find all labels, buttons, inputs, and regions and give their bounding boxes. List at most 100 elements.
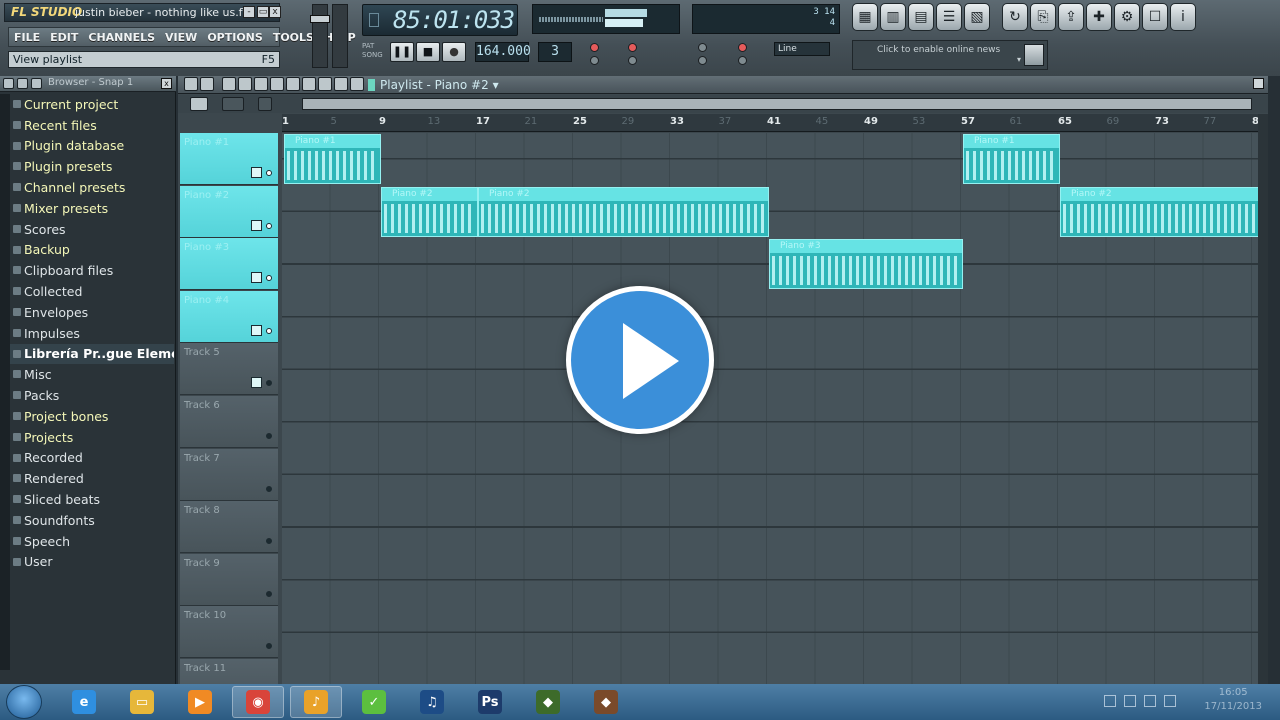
step-sequencer-icon[interactable]: ▥ <box>880 3 906 31</box>
track-header[interactable]: Piano #1 <box>180 133 278 185</box>
flag-icon[interactable] <box>1104 695 1116 707</box>
menu-view[interactable]: VIEW <box>160 31 202 44</box>
track-header[interactable]: Track 11 <box>180 659 278 684</box>
playlist-icon[interactable]: ▦ <box>852 3 878 31</box>
browser-item[interactable]: Collected <box>10 281 174 302</box>
taskbar-app[interactable]: ◆ <box>580 686 632 718</box>
volume-icon[interactable] <box>1144 695 1156 707</box>
tempo-display[interactable]: 164.000 <box>475 42 531 62</box>
browser-item[interactable]: Channel presets <box>10 177 174 198</box>
browser-item[interactable]: Misc <box>10 364 174 385</box>
browser-item[interactable]: Recorded <box>10 448 174 469</box>
menu-edit[interactable]: EDIT <box>45 31 83 44</box>
browser-item[interactable]: Packs <box>10 385 174 406</box>
track-header[interactable]: Track 9 <box>180 553 278 606</box>
delete-tool-icon[interactable] <box>254 77 268 91</box>
start-button[interactable] <box>6 685 42 719</box>
track-mute-icon[interactable] <box>266 327 272 334</box>
draw-tool-icon[interactable] <box>222 77 236 91</box>
playback-tool-icon[interactable] <box>334 77 348 91</box>
track-sequence-icon[interactable] <box>251 167 262 178</box>
arrow-left-icon[interactable] <box>350 77 364 91</box>
menu-channels[interactable]: CHANNELS <box>83 31 160 44</box>
loop-record-led-icon[interactable] <box>698 43 707 52</box>
browser-close-icon[interactable]: x <box>161 78 172 89</box>
browser-item[interactable]: Current project <box>10 94 174 115</box>
browser-item[interactable]: Speech <box>10 531 174 552</box>
playlist-menu-icon[interactable] <box>184 77 198 91</box>
browser-collapse-icon[interactable] <box>17 78 28 89</box>
taskbar-app[interactable]: ◆ <box>522 686 574 718</box>
song-position-display[interactable]: 85:01:033 <box>362 4 518 36</box>
track-sequence-icon[interactable] <box>251 272 262 284</box>
track-header[interactable]: Track 6 <box>180 396 278 448</box>
chevron-down-icon[interactable]: ▾ <box>493 78 499 92</box>
browser-item[interactable]: Impulses <box>10 323 174 344</box>
network-icon[interactable] <box>1124 695 1136 707</box>
time-mode-icon[interactable] <box>369 13 379 27</box>
menu-options[interactable]: OPTIONS <box>202 31 268 44</box>
browser-item[interactable]: Mixer presets <box>10 198 174 219</box>
browser-item[interactable]: Plugin database <box>10 136 174 157</box>
browser-item[interactable]: Librería Pr..gue Elements <box>10 343 174 365</box>
record-button[interactable]: ● <box>442 42 466 62</box>
video-play-button[interactable] <box>566 286 714 434</box>
export-icon[interactable]: ⇪ <box>1058 3 1084 31</box>
taskbar-app[interactable]: ◉ <box>232 686 284 718</box>
multilink-led-icon[interactable] <box>738 56 747 65</box>
browser-item[interactable]: Recent files <box>10 115 174 136</box>
taskbar-app[interactable]: ▶ <box>174 686 226 718</box>
power-icon[interactable] <box>1164 695 1176 707</box>
paint-tool-icon[interactable] <box>238 77 252 91</box>
track-mute-icon[interactable] <box>266 170 272 176</box>
wait-input-led-icon[interactable] <box>590 56 599 65</box>
track-header[interactable]: Track 10 <box>180 606 278 659</box>
vertical-scrollbar[interactable] <box>1258 114 1268 684</box>
taskbar-app[interactable]: ✓ <box>348 686 400 718</box>
mute-tool-icon[interactable] <box>270 77 284 91</box>
clip-header[interactable]: Piano #2 <box>1061 187 1260 201</box>
pattern-clip[interactable]: Piano #2 <box>478 186 769 237</box>
zoom-tool-icon[interactable] <box>318 77 332 91</box>
select-tool-icon[interactable] <box>302 77 316 91</box>
master-volume-slider[interactable] <box>310 4 330 68</box>
browser-item[interactable]: Backup <box>10 240 174 261</box>
snap-selector[interactable]: Line <box>774 42 830 56</box>
pattern-clip[interactable]: Piano #2 <box>1060 186 1260 237</box>
track-mute-icon[interactable] <box>266 380 272 387</box>
horizontal-scrollbar[interactable] <box>302 98 1252 110</box>
pattern-clip[interactable]: Piano #1 <box>963 134 1060 184</box>
metronome-led-icon[interactable] <box>590 43 599 52</box>
track-header[interactable]: Piano #2 <box>180 185 278 238</box>
browser-item[interactable]: Rendered <box>10 468 174 489</box>
browser-menu-icon[interactable] <box>3 78 14 89</box>
browser-scrollbar[interactable] <box>0 94 10 670</box>
browser-item[interactable]: Soundfonts <box>10 510 174 531</box>
master-pitch-slider[interactable] <box>332 4 348 68</box>
track-header[interactable]: Track 5 <box>180 343 278 396</box>
undo-icon[interactable]: ↻ <box>1002 3 1028 31</box>
browser-item[interactable]: Clipboard files <box>10 260 174 281</box>
playlist-grid[interactable]: Piano #1 Piano #1 Piano #2 Piano #2 Piano #2… <box>282 133 1260 684</box>
mixer-icon[interactable]: ▧ <box>964 3 990 31</box>
pattern-song-toggle[interactable]: PAT SONG <box>362 42 383 60</box>
pattern-clip[interactable]: Piano #1 <box>284 134 381 184</box>
save-icon[interactable]: ⎘ <box>1030 3 1056 31</box>
pattern-clip[interactable]: Piano #2 <box>381 186 478 237</box>
browser-item[interactable]: Sliced beats <box>10 489 174 510</box>
taskbar-app[interactable]: e <box>58 686 110 718</box>
playlist-maximize-icon[interactable] <box>1253 78 1264 89</box>
track-header[interactable]: Piano #3 <box>180 238 278 291</box>
piano-roll-icon[interactable]: ▤ <box>908 3 934 31</box>
step-edit-led-icon[interactable] <box>738 43 747 52</box>
minimize-button[interactable]: - <box>243 6 255 18</box>
online-news-panel[interactable]: Click to enable online news ▾ <box>852 40 1048 70</box>
info-icon[interactable]: i <box>1170 3 1196 31</box>
track-mute-icon[interactable] <box>266 485 272 492</box>
browser-icon[interactable]: ☰ <box>936 3 962 31</box>
browser-item[interactable]: User <box>10 552 174 573</box>
browser-item[interactable]: Envelopes <box>10 302 174 323</box>
pattern-selector[interactable]: 3 <box>538 42 572 62</box>
track-options-icon[interactable] <box>222 97 244 111</box>
track-sequence-icon[interactable] <box>251 219 262 231</box>
